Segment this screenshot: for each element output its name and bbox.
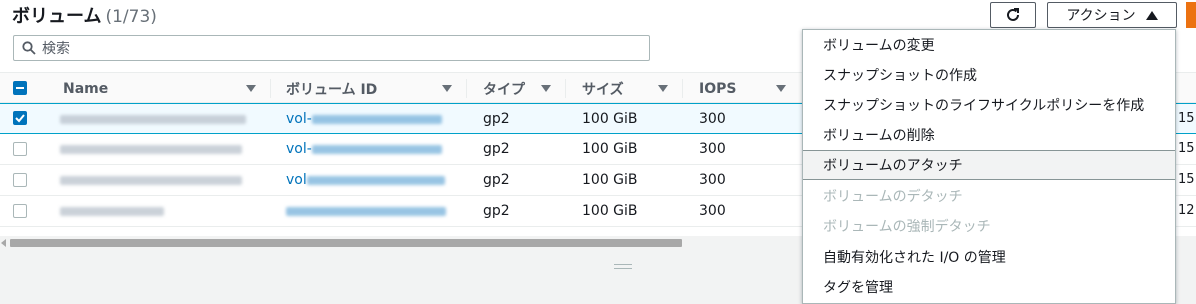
check-icon xyxy=(15,114,25,123)
refresh-icon xyxy=(1007,8,1019,21)
create-volume-button[interactable] xyxy=(1186,2,1196,28)
search-placeholder: 検索 xyxy=(42,41,70,57)
column-resizer[interactable] xyxy=(565,79,566,98)
volume-id-link[interactable]: vol- xyxy=(286,104,442,134)
scrollbar-thumb[interactable] xyxy=(10,239,682,247)
menu-item-create-snapshot-lifecycle-policy[interactable]: スナップショットのライフサイクルポリシーを作成 xyxy=(803,90,1175,120)
size-cell: 100 GiB xyxy=(582,111,638,127)
redacted-volume-id xyxy=(306,175,445,185)
size-cell: 100 GiB xyxy=(582,141,638,157)
type-cell: gp2 xyxy=(483,111,510,127)
column-header-iops[interactable]: IOPS xyxy=(699,73,736,104)
type-cell: gp2 xyxy=(483,172,510,188)
actions-button-label: アクション xyxy=(1066,8,1136,24)
column-header-size[interactable]: サイズ xyxy=(582,73,624,104)
volume-id-link[interactable]: vol- xyxy=(286,134,442,164)
menu-item-manage-tags[interactable]: タグを管理 xyxy=(803,272,1175,302)
column-header-name[interactable]: Name xyxy=(63,73,108,104)
redacted-volume-id xyxy=(286,206,446,216)
selection-count: (1/73) xyxy=(105,7,157,27)
page-title: ボリューム (1/73) xyxy=(12,2,157,28)
column-header-type[interactable]: タイプ xyxy=(483,73,525,104)
menu-item-force-detach-volume: ボリュームの強制デタッチ xyxy=(823,219,991,235)
name-cell xyxy=(60,165,242,195)
iops-cell: 300 xyxy=(699,203,726,219)
page-title-text: ボリューム xyxy=(12,6,102,27)
iops-cell: 300 xyxy=(699,111,726,127)
actions-dropdown-menu: ボリュームの変更 スナップショットの作成 スナップショットのライフサイクルポリシ… xyxy=(802,29,1176,304)
iops-cell: 300 xyxy=(699,172,726,188)
actions-button[interactable]: アクション xyxy=(1047,2,1177,28)
sort-icon[interactable] xyxy=(776,85,786,92)
volume-id-link[interactable] xyxy=(286,196,446,226)
column-resizer[interactable] xyxy=(270,79,271,98)
row-checkbox[interactable] xyxy=(13,111,27,125)
trailing-time-cell: 15:5 xyxy=(1178,172,1196,187)
menu-item-attach-volume[interactable]: ボリュームのアタッチ xyxy=(803,150,1175,180)
volume-id-link[interactable]: vol xyxy=(286,165,445,195)
size-cell: 100 GiB xyxy=(582,203,638,219)
caret-up-icon xyxy=(1145,10,1158,20)
iops-cell: 300 xyxy=(699,141,726,157)
volume-id-prefix: vol xyxy=(286,172,307,188)
size-cell: 100 GiB xyxy=(582,172,638,188)
name-cell xyxy=(60,104,246,134)
sort-icon[interactable] xyxy=(246,85,256,92)
search-icon xyxy=(22,41,36,55)
redacted-name xyxy=(60,144,242,154)
menu-item-manage-auto-enabled-io[interactable]: 自動有効化された I/O の管理 xyxy=(803,242,1175,272)
name-cell xyxy=(60,134,242,164)
volume-id-prefix: vol- xyxy=(286,111,312,127)
row-checkbox[interactable] xyxy=(13,204,27,218)
sort-icon[interactable] xyxy=(541,85,551,92)
trailing-time-cell: 12:3 xyxy=(1178,203,1196,218)
menu-item-modify-volume[interactable]: ボリュームの変更 xyxy=(803,30,1175,60)
redacted-volume-id xyxy=(311,114,442,124)
column-resizer[interactable] xyxy=(466,79,467,98)
redacted-volume-id xyxy=(311,144,442,154)
redacted-name xyxy=(60,175,242,185)
redacted-name xyxy=(60,114,246,124)
menu-item-create-snapshot[interactable]: スナップショットの作成 xyxy=(803,60,1175,90)
type-cell: gp2 xyxy=(483,141,510,157)
scroll-left-icon[interactable] xyxy=(1,239,6,247)
name-cell xyxy=(60,196,164,226)
menu-item-delete-volume[interactable]: ボリュームの削除 xyxy=(803,120,1175,150)
column-resizer[interactable] xyxy=(682,79,683,98)
column-header-volume-id[interactable]: ボリューム ID xyxy=(286,73,377,104)
volume-id-prefix: vol- xyxy=(286,141,312,157)
menu-item-detach-volume: ボリュームのデタッチ xyxy=(823,189,963,205)
row-checkbox[interactable] xyxy=(13,173,27,187)
sort-icon[interactable] xyxy=(658,85,668,92)
type-cell: gp2 xyxy=(483,203,510,219)
row-checkbox[interactable] xyxy=(13,142,27,156)
redacted-name xyxy=(60,206,164,216)
select-all-checkbox[interactable] xyxy=(13,81,27,95)
resize-handle-icon[interactable] xyxy=(614,264,632,270)
trailing-time-cell: 15:4 xyxy=(1178,141,1196,156)
trailing-time-cell: 15:4 xyxy=(1178,111,1196,126)
sort-icon[interactable] xyxy=(442,85,452,92)
search-field[interactable]: 検索 xyxy=(13,35,650,61)
refresh-button[interactable] xyxy=(990,2,1036,28)
